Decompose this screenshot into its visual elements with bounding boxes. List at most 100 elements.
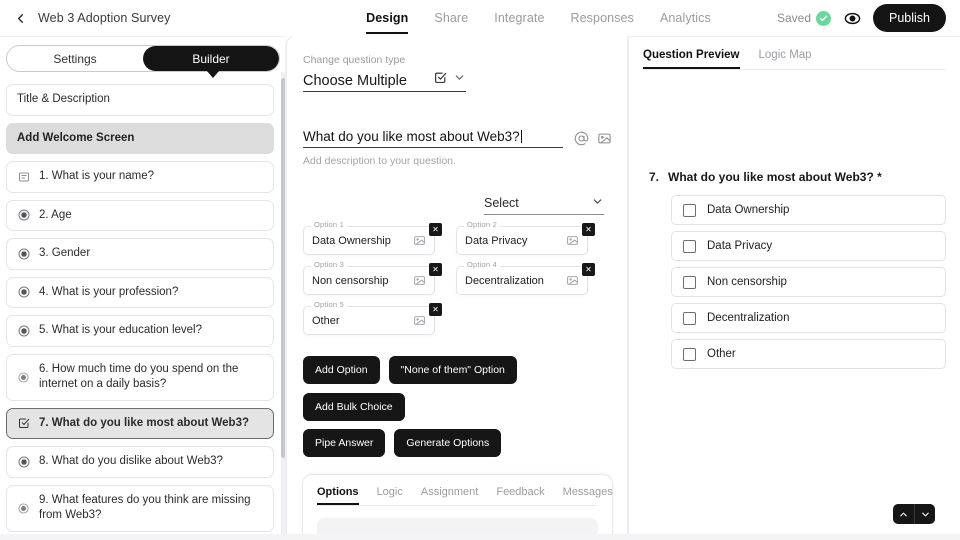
question-editor-panel: Change question type Choose Multiple Wha… [286,36,628,540]
preview-question-number: 7. [649,170,659,184]
check-circle-icon [816,11,831,26]
tab-feedback[interactable]: Feedback [496,486,544,505]
option-input-2[interactable]: Data Privacy [456,226,588,255]
body-row: Settings Builder Title & Description Add… [0,36,960,540]
image-icon[interactable] [596,130,612,146]
checkbox-icon[interactable] [683,348,696,361]
preview-choice-1[interactable]: Data Ownership [671,195,946,225]
option-card-1: Option 1 Data Ownership ✕ [303,226,435,255]
list-item-label: 5. What is your education level? [39,323,263,339]
image-icon[interactable] [412,234,426,248]
list-item-q4[interactable]: 4. What is your profession? [6,277,274,309]
preview-question-title: What do you like most about Web3? [668,170,874,184]
radio-icon [17,455,30,468]
option-card-4: Option 4 Decentralization ✕ [456,266,588,295]
add-option-button[interactable]: Add Option [303,356,380,384]
preview-question-header: 7. What do you like most about Web3? * [649,170,946,184]
segment-settings[interactable]: Settings [7,46,143,71]
question-type-value: Choose Multiple [303,73,426,89]
preview-choice-5[interactable]: Other [671,339,946,369]
generate-options-button[interactable]: Generate Options [394,429,501,457]
chevron-down-icon[interactable] [453,71,466,89]
pipe-answer-button[interactable]: Pipe Answer [303,429,385,457]
checkbox-icon[interactable] [683,240,696,253]
remove-option-button[interactable]: ✕ [582,223,595,236]
tab-integrate[interactable]: Integrate [494,0,544,36]
list-item-title-description[interactable]: Title & Description [6,84,274,116]
tab-share[interactable]: Share [434,0,468,36]
tab-assignment[interactable]: Assignment [421,486,478,505]
checkbox-icon[interactable] [683,204,696,217]
options-grid: Option 1 Data Ownership ✕ Option 2 Data [303,226,612,340]
remove-option-button[interactable]: ✕ [429,223,442,236]
checkbox-icon[interactable] [683,276,696,289]
image-icon[interactable] [412,274,426,288]
list-item-q3[interactable]: 3. Gender [6,238,274,270]
preview-choice-4[interactable]: Decentralization [671,303,946,333]
tab-design[interactable]: Design [366,0,408,36]
option-legend: Option 4 [464,260,500,269]
option-input-4[interactable]: Decentralization [456,266,588,295]
list-item-q9[interactable]: 9. What features do you think are missin… [6,485,274,532]
tab-messages[interactable]: Messages [563,486,613,505]
option-card-spacer [456,306,588,335]
question-type-selector[interactable]: Choose Multiple [303,71,466,92]
option-legend: Option 1 [311,220,347,229]
tab-question-preview[interactable]: Question Preview [643,49,740,69]
add-bulk-choice-button[interactable]: Add Bulk Choice [303,393,405,421]
text-lines-icon [17,170,30,183]
preview-question: 7. What do you like most about Web3? * D… [643,170,946,369]
option-value: Decentralization [465,275,561,287]
option-input-5[interactable]: Other [303,306,435,335]
option-input-3[interactable]: Non censorship [303,266,435,295]
list-item-q1[interactable]: 1. What is your name? [6,161,274,193]
radio-icon [17,371,30,384]
image-icon[interactable] [565,274,579,288]
preview-choice-2[interactable]: Data Privacy [671,231,946,261]
question-title-actions [573,130,612,148]
at-sign-icon[interactable] [573,130,589,146]
preview-choice-label: Decentralization [707,312,789,324]
none-of-them-option-button[interactable]: "None of them" Option [389,356,517,384]
question-description-placeholder[interactable]: Add description to your question. [303,155,612,167]
survey-title: Web 3 Adoption Survey [38,11,171,25]
tab-responses[interactable]: Responses [571,0,634,36]
list-item-q7[interactable]: 7. What do you like most about Web3? [6,408,274,440]
checkbox-icon [17,417,30,430]
checkbox-checked-icon [434,71,447,89]
tab-options[interactable]: Options [317,486,359,505]
list-item-q5[interactable]: 5. What is your education level? [6,315,274,347]
preview-choice-3[interactable]: Non censorship [671,267,946,297]
remove-option-button[interactable]: ✕ [582,263,595,276]
image-icon[interactable] [565,234,579,248]
image-icon[interactable] [412,314,426,328]
list-item-label: 3. Gender [39,246,263,262]
chevron-down-icon[interactable] [914,504,935,524]
list-item-add-welcome-screen[interactable]: Add Welcome Screen [6,123,274,155]
list-item-label: Title & Description [17,92,263,108]
app-root: Web 3 Adoption Survey Design Share Integ… [0,0,960,540]
saved-label: Saved [777,11,811,25]
remove-option-button[interactable]: ✕ [429,263,442,276]
question-title-input[interactable]: What do you like most about Web3? [303,129,563,148]
question-settings-card: Options Logic Assignment Feedback Messag… [303,475,612,540]
chevron-left-icon[interactable] [12,10,28,26]
top-bar: Web 3 Adoption Survey Design Share Integ… [0,0,960,36]
list-item-q8[interactable]: 8. What do you dislike about Web3? [6,446,274,478]
tab-logic-map[interactable]: Logic Map [759,49,812,69]
remove-option-button[interactable]: ✕ [429,303,442,316]
select-dropdown[interactable]: Select [484,195,604,215]
option-value: Non censorship [312,275,408,287]
chevron-up-icon[interactable] [893,504,914,524]
checkbox-icon[interactable] [683,312,696,325]
segment-builder[interactable]: Builder [143,46,279,71]
eye-icon[interactable] [843,9,861,27]
list-item-q2[interactable]: 2. Age [6,200,274,232]
tab-analytics[interactable]: Analytics [660,0,711,36]
tab-logic[interactable]: Logic [377,486,403,505]
option-input-1[interactable]: Data Ownership [303,226,435,255]
publish-button[interactable]: Publish [873,4,946,32]
option-legend: Option 5 [311,300,347,309]
top-bar-right: Saved Publish [777,4,960,32]
list-item-q6[interactable]: 6. How much time do you spend on the int… [6,354,274,401]
